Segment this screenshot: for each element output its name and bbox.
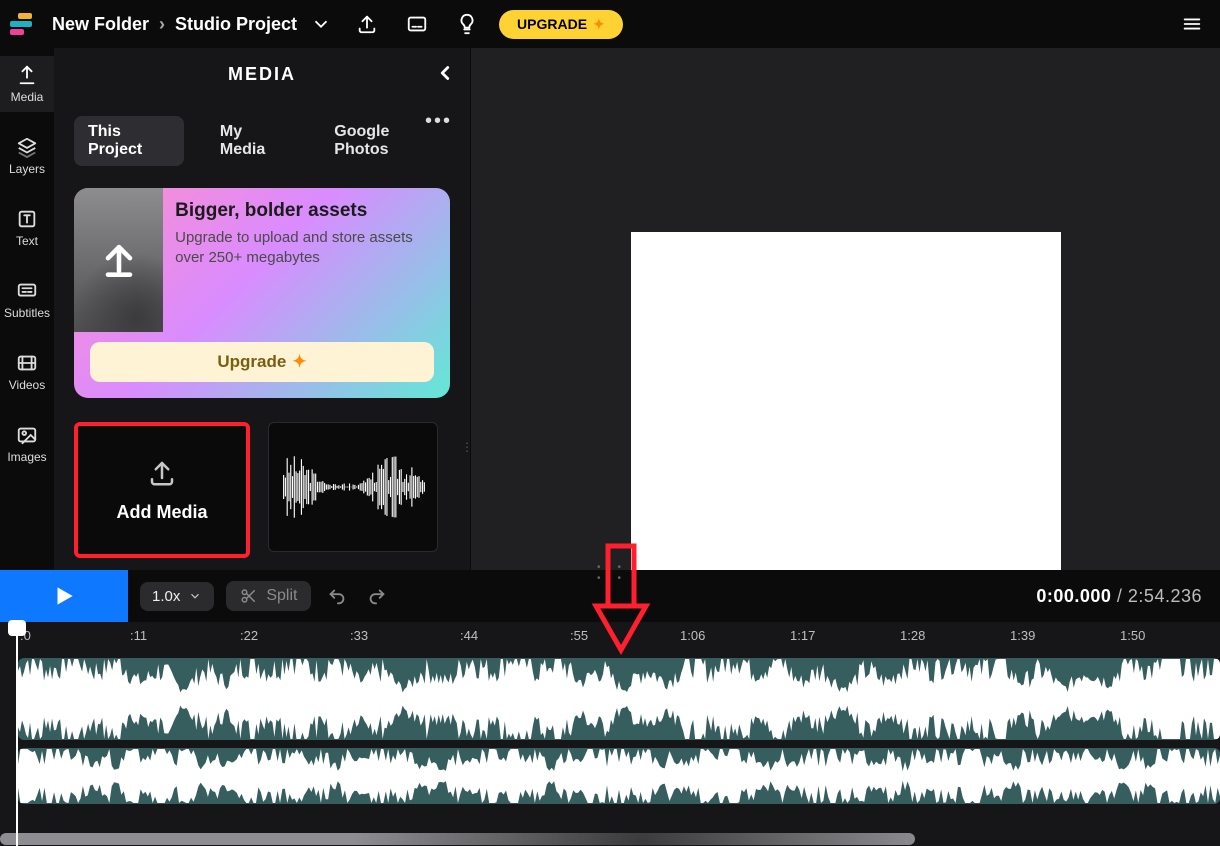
- project-dropdown[interactable]: [307, 10, 335, 38]
- promo-upgrade-button[interactable]: Upgrade ✦: [90, 342, 434, 382]
- sparkle-icon: ✦: [292, 352, 306, 372]
- undo-button[interactable]: [323, 585, 351, 607]
- sidebar-item-label: Subtitles: [4, 306, 50, 320]
- ruler-tick: :44: [460, 628, 478, 643]
- play-button[interactable]: [0, 570, 128, 622]
- upgrade-promo-card: Bigger, bolder assets Upgrade to upload …: [74, 188, 450, 398]
- promo-cta-label: Upgrade: [217, 352, 286, 372]
- audio-asset-tile[interactable]: [268, 422, 438, 552]
- tab-my-media[interactable]: My Media: [206, 116, 298, 166]
- sidebar-item-media[interactable]: Media: [0, 56, 54, 112]
- playhead[interactable]: [16, 622, 18, 846]
- add-media-tile[interactable]: Add Media: [74, 422, 250, 558]
- ruler-tick: 1:39: [1010, 628, 1035, 643]
- annotation-arrow-icon: [586, 542, 656, 662]
- waveform-icon: [278, 447, 428, 527]
- playback-speed-selector[interactable]: 1.0x: [140, 582, 214, 611]
- ruler-tick: 1:17: [790, 628, 815, 643]
- upgrade-label: UPGRADE: [517, 16, 587, 32]
- audio-track-1[interactable]: [18, 658, 1220, 740]
- captions-button[interactable]: [399, 6, 435, 42]
- sidebar-item-label: Text: [16, 234, 38, 248]
- ruler-tick: 1:50: [1120, 628, 1145, 643]
- redo-button[interactable]: [363, 585, 391, 607]
- audio-track-2[interactable]: [18, 748, 1220, 804]
- sidebar-item-text[interactable]: Text: [0, 200, 54, 256]
- top-bar: New Folder › Studio Project UPGRADE ✦: [0, 0, 1220, 48]
- panel-tabs: This Project My Media Google Photos: [54, 100, 470, 180]
- sparkle-icon: ✦: [593, 16, 605, 33]
- promo-body: Upgrade to upload and store assets over …: [175, 228, 436, 269]
- sidebar-item-layers[interactable]: Layers: [0, 128, 54, 184]
- split-label: Split: [266, 587, 297, 605]
- tab-this-project[interactable]: This Project: [74, 116, 184, 166]
- hint-button[interactable]: [449, 6, 485, 42]
- sidebar-item-label: Videos: [9, 378, 45, 392]
- sidebar-item-label: Layers: [9, 162, 45, 176]
- panel-title: MEDIA: [228, 64, 296, 85]
- promo-thumbnail: [74, 188, 163, 332]
- add-media-label: Add Media: [116, 502, 207, 523]
- sidebar-item-subtitles[interactable]: Subtitles: [0, 272, 54, 328]
- menu-button[interactable]: [1174, 6, 1210, 42]
- ruler-tick: 1:28: [900, 628, 925, 643]
- ruler-tick: 1:06: [680, 628, 705, 643]
- timecode: 0:00.000 / 2:54.236: [1036, 586, 1202, 607]
- sidebar-item-label: Images: [7, 450, 46, 464]
- breadcrumb: New Folder › Studio Project: [52, 10, 335, 38]
- export-button[interactable]: [349, 6, 385, 42]
- ruler-tick: :33: [350, 628, 368, 643]
- sidebar-item-label: Media: [11, 90, 44, 104]
- upgrade-button[interactable]: UPGRADE ✦: [499, 10, 623, 39]
- speed-label: 1.0x: [152, 588, 180, 605]
- app-logo: [10, 13, 32, 35]
- breadcrumb-parent[interactable]: New Folder: [52, 14, 149, 35]
- timeline-scrollbar[interactable]: [0, 832, 1220, 846]
- collapse-panel-button[interactable]: [434, 62, 456, 84]
- total-time: 2:54.236: [1128, 586, 1202, 606]
- ruler-tick: :22: [240, 628, 258, 643]
- sidebar-item-images[interactable]: Images: [0, 416, 54, 472]
- scrollbar-thumb[interactable]: [0, 833, 915, 845]
- ruler-tick: :11: [130, 628, 147, 643]
- breadcrumb-project[interactable]: Studio Project: [175, 14, 297, 35]
- split-button[interactable]: Split: [226, 581, 311, 611]
- promo-heading: Bigger, bolder assets: [175, 200, 436, 222]
- current-time: 0:00.000: [1036, 586, 1111, 606]
- panel-more-button[interactable]: •••: [425, 110, 452, 133]
- sidebar-item-videos[interactable]: Videos: [0, 344, 54, 400]
- chevron-right-icon: ›: [159, 14, 165, 35]
